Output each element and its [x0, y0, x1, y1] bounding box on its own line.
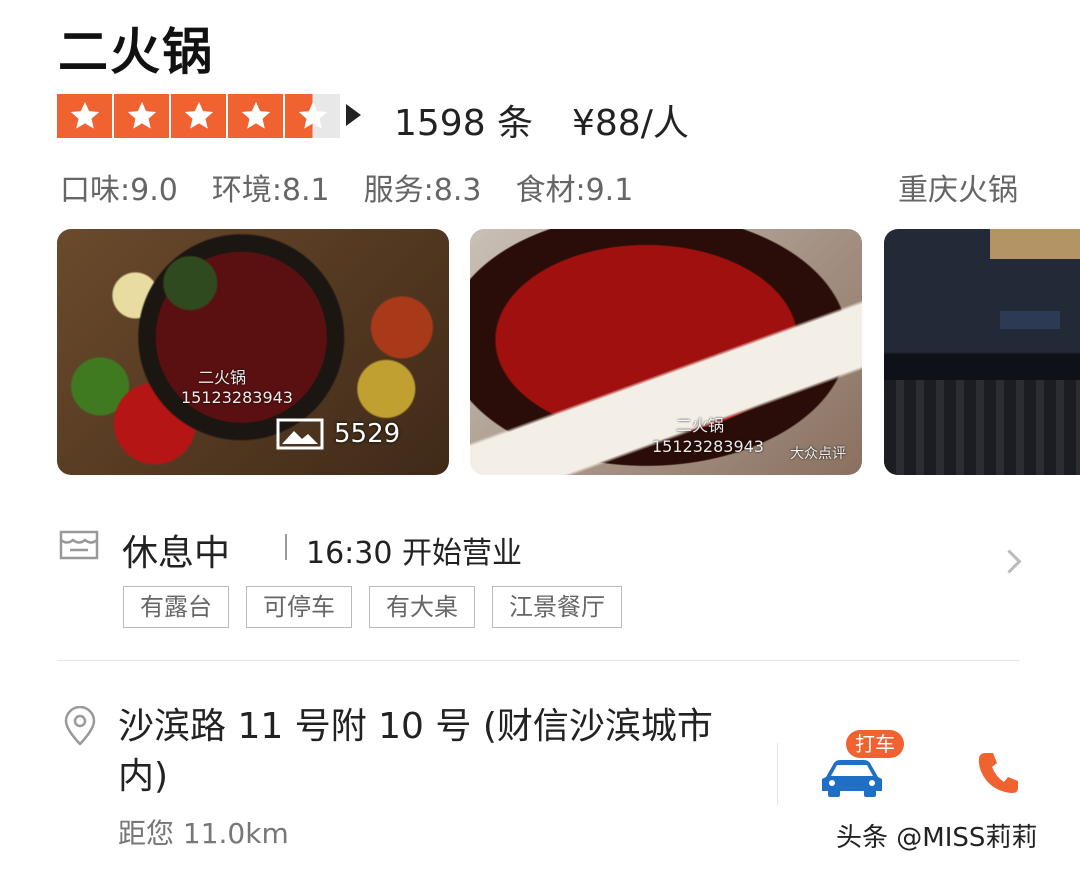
tag-terrace: 有露台	[123, 586, 229, 628]
review-count[interactable]: 1598 条	[394, 94, 533, 146]
storefront-crowd	[884, 380, 1080, 475]
score-service: 服务:8.3	[363, 173, 482, 208]
storefront-sign	[1000, 311, 1060, 329]
half-star-icon	[285, 94, 340, 138]
score-breakdown: 口味:9.0 环境:8.1 服务:8.3 食材:9.1	[60, 165, 633, 209]
star-icon	[228, 94, 283, 138]
status-divider	[285, 534, 287, 560]
star-icon	[171, 94, 226, 138]
business-status: 休息中	[122, 533, 231, 574]
section-divider	[57, 660, 1020, 661]
address[interactable]: 沙滨路 11 号附 10 号 (财信沙滨城市内)	[118, 702, 758, 802]
photo-count-value: 5529	[334, 419, 401, 449]
location-pin-icon	[64, 706, 96, 746]
photo-watermark-phone-2: 15123283943	[652, 437, 764, 456]
phone-icon[interactable]	[976, 750, 1020, 796]
taxi-badge[interactable]: 打车	[846, 730, 904, 758]
gallery-icon	[276, 418, 324, 450]
score-environment: 环境:8.1	[211, 173, 330, 208]
taxi-car-icon[interactable]	[818, 755, 886, 797]
storefront-lights	[990, 229, 1080, 259]
star-icon	[114, 94, 169, 138]
photo-watermark-name-2: 二火锅	[676, 416, 725, 435]
chevron-right-icon[interactable]	[997, 549, 1022, 574]
photo-watermark-name: 二火锅	[198, 368, 247, 387]
photo-watermark-brand: 大众点评	[790, 446, 846, 462]
tag-parking: 可停车	[246, 586, 352, 628]
action-divider	[777, 743, 778, 805]
source-watermark: 头条 @MISS莉莉	[836, 823, 1038, 853]
photo-watermark-phone: 15123283943	[181, 388, 293, 407]
star-rating[interactable]	[57, 94, 340, 138]
score-taste: 口味:9.0	[60, 173, 178, 208]
distance: 距您 11.0km	[118, 817, 289, 850]
opening-time: 16:30 开始营业	[306, 536, 522, 571]
play-arrow-icon[interactable]	[346, 104, 361, 126]
tag-large-table: 有大桌	[369, 586, 475, 628]
price-per-person: ¥88/人	[572, 103, 689, 144]
score-ingredients: 食材:9.1	[515, 173, 634, 208]
photo-count[interactable]: 5529	[276, 418, 400, 450]
tag-river-view: 江景餐厅	[492, 586, 622, 628]
star-icon	[57, 94, 112, 138]
store-hours-icon	[59, 530, 99, 560]
restaurant-name: 二火锅	[58, 23, 214, 81]
category-label[interactable]: 重庆火锅	[898, 165, 1018, 209]
feature-tags: 有露台 可停车 有大桌 江景餐厅	[123, 586, 622, 628]
